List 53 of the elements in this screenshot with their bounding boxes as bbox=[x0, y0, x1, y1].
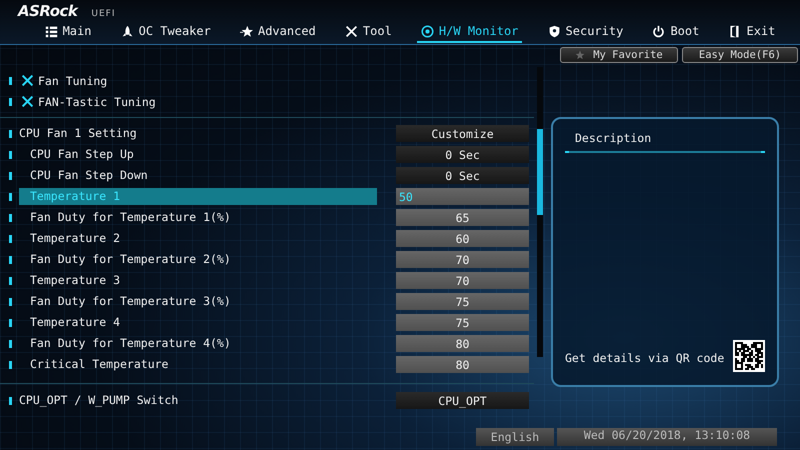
qr-hint: Get details via QR code bbox=[565, 350, 724, 364]
door-icon bbox=[728, 24, 742, 38]
option-button[interactable]: 0 Sec bbox=[396, 146, 529, 163]
menu-tab[interactable]: Main bbox=[40, 22, 96, 43]
setting-label[interactable]: Temperature 4 bbox=[19, 314, 377, 331]
option-button[interactable]: CPU_OPT bbox=[396, 392, 529, 409]
menu-tab[interactable]: OC Tweaker bbox=[116, 22, 215, 43]
value-field[interactable]: 70 bbox=[396, 251, 529, 268]
value-field[interactable]: 75 bbox=[396, 314, 529, 331]
date-time: Wed 06/20/2018, 13:10:08 bbox=[557, 428, 777, 446]
value-field[interactable]: 80 bbox=[396, 335, 529, 352]
menu-tab[interactable]: Exit bbox=[724, 22, 780, 43]
menu-tab[interactable]: H/W Monitor bbox=[416, 22, 522, 43]
setting-label[interactable]: CPU_OPT / W_PUMP Switch bbox=[19, 392, 377, 409]
setting-label[interactable]: Fan Duty for Temperature 2(%) bbox=[19, 251, 377, 268]
gauge-icon bbox=[420, 24, 434, 38]
easy-mode-button[interactable]: Easy Mode(F6) bbox=[682, 47, 798, 63]
star-icon bbox=[240, 24, 253, 38]
setting-label[interactable]: Temperature 3 bbox=[19, 272, 377, 289]
qr-code-icon bbox=[733, 340, 765, 372]
value-field[interactable]: 50 bbox=[396, 188, 529, 205]
setting-label[interactable]: CPU Fan 1 Setting bbox=[19, 125, 377, 142]
option-button[interactable]: Customize bbox=[396, 125, 529, 142]
menu-tab[interactable]: Boot bbox=[648, 22, 704, 43]
rocket-icon bbox=[120, 24, 134, 38]
setting-label[interactable]: CPU Fan Step Up bbox=[19, 146, 377, 163]
menu-tab[interactable]: Advanced bbox=[236, 22, 320, 43]
value-field[interactable]: 65 bbox=[396, 209, 529, 226]
setting-label[interactable]: Fan Duty for Temperature 1(%) bbox=[19, 209, 377, 226]
menu-link[interactable]: FAN-Tastic Tuning bbox=[21, 94, 156, 108]
setting-label[interactable]: Fan Duty for Temperature 3(%) bbox=[19, 293, 377, 310]
value-field[interactable]: 70 bbox=[396, 272, 529, 289]
shield-icon bbox=[548, 24, 561, 38]
value-field[interactable]: 60 bbox=[396, 230, 529, 247]
logo-subtitle: UEFI bbox=[91, 9, 116, 19]
scrollbar[interactable] bbox=[537, 67, 543, 357]
setting-label[interactable]: Temperature 2 bbox=[19, 230, 377, 247]
menu-link[interactable]: Fan Tuning bbox=[21, 74, 108, 88]
brand-logo: ASRock bbox=[18, 2, 78, 20]
menu-tab[interactable]: Tool bbox=[340, 22, 396, 43]
star-icon bbox=[575, 50, 586, 60]
value-field[interactable]: 75 bbox=[396, 293, 529, 310]
favorite-button[interactable]: My Favorite bbox=[560, 47, 678, 63]
setting-label[interactable]: CPU Fan Step Down bbox=[19, 167, 377, 184]
language-button[interactable]: English bbox=[476, 428, 554, 446]
option-button[interactable]: 0 Sec bbox=[396, 167, 529, 184]
power-icon bbox=[652, 24, 666, 38]
setting-label[interactable]: Critical Temperature bbox=[19, 356, 377, 373]
setting-label[interactable]: Fan Duty for Temperature 4(%) bbox=[19, 335, 377, 352]
menu-tab[interactable]: Security bbox=[544, 22, 628, 43]
list-icon bbox=[44, 24, 58, 38]
value-field[interactable]: 80 bbox=[396, 356, 529, 373]
panel-title: Description bbox=[574, 131, 652, 147]
